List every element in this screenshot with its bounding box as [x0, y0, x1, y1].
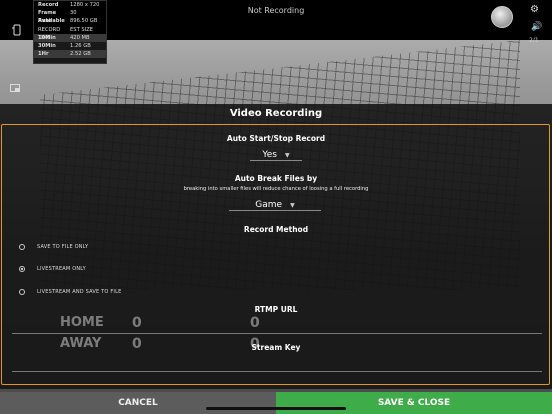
scoreboard-home-label: HOME [60, 315, 104, 330]
avatar[interactable] [491, 6, 513, 28]
phone-rotate-icon[interactable] [12, 24, 22, 39]
auto-start-label: Auto Start/Stop Record [226, 134, 326, 143]
radio-livestream-only[interactable]: LIVESTREAM ONLY [19, 264, 279, 274]
radio-button[interactable] [19, 289, 25, 295]
auto-break-select[interactable]: Game ▼ [229, 200, 321, 211]
radio-button[interactable] [19, 244, 25, 250]
stats-row: Available 896.50 GB [38, 18, 98, 25]
stats-row: RECORD TIME EST SIZE [38, 26, 94, 41]
save-and-close-button[interactable]: SAVE & CLOSE [276, 392, 552, 414]
auto-break-label: Auto Break Files by [234, 174, 318, 183]
chevron-down-icon: ▼ [284, 152, 290, 159]
auto-start-select[interactable]: Yes ▼ [250, 150, 302, 161]
scoreboard-home-sets: 0 [132, 315, 142, 331]
home-indicator [206, 407, 346, 410]
stats-row: 1Hr 2.52 GB [34, 50, 106, 59]
stream-key-label: Stream Key [251, 343, 301, 352]
page-counter: 2/1 [529, 37, 539, 44]
recording-status: Not Recording [247, 6, 305, 15]
gear-icon[interactable]: ⚙ [530, 4, 539, 15]
radio-livestream-and-save[interactable]: LIVESTREAM AND SAVE TO FILE [19, 287, 279, 297]
radio-save-to-file-only[interactable]: SAVE TO FILE ONLY [19, 242, 279, 252]
stats-row: 10Min 420 MB [34, 33, 106, 42]
auto-break-hint: breaking into smaller files will reduce … [183, 186, 369, 192]
picture-in-picture-icon[interactable] [10, 84, 20, 95]
stats-row: 30Min 1.26 GB [38, 42, 91, 49]
volume-icon[interactable]: 🔊 [531, 22, 542, 32]
rtmp-url-label: RTMP URL [254, 305, 298, 314]
record-method-label: Record Method [243, 225, 309, 234]
scoreboard-home-score: 0 [250, 315, 260, 331]
cancel-button[interactable]: CANCEL [0, 392, 276, 414]
radio-button-selected[interactable] [19, 266, 25, 272]
rtmp-url-input[interactable] [12, 333, 542, 334]
panel-title: Video Recording [229, 108, 323, 119]
chevron-down-icon: ▼ [290, 202, 295, 209]
stream-key-input[interactable] [12, 371, 542, 372]
